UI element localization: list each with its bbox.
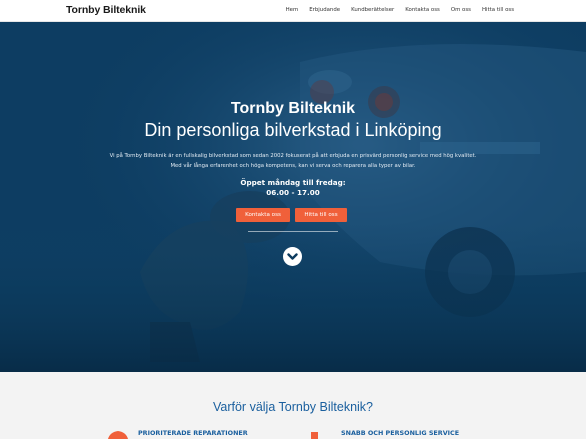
top-navbar: Tornby Bilteknik Hem Erbjudande Kundberä… [0, 0, 586, 22]
hero-title: Tornby Bilteknik [230, 100, 356, 117]
nav-link-kontakta-oss[interactable]: Kontakta oss [405, 7, 440, 13]
nav-link-hem[interactable]: Hem [286, 7, 299, 13]
opening-hours-label: Öppet måndag till fredag: [240, 178, 346, 187]
hero-section: Tornby Bilteknik Din personliga bilverks… [0, 22, 586, 372]
hero-description: Vi på Tornby Bilteknik är en fullskalig … [109, 153, 477, 169]
hero-background-image [0, 22, 586, 372]
nav-link-erbjudande[interactable]: Erbjudande [309, 7, 340, 13]
hero-subtitle: Din personliga bilverkstad i Linköping [144, 120, 442, 140]
nav-link-hitta-till-oss[interactable]: Hitta till oss [482, 7, 514, 13]
opening-hours-time: 06.00 - 17.00 [266, 188, 320, 197]
clock-icon [108, 431, 128, 439]
chevron-down-icon [287, 253, 298, 260]
feature-title-prioritized-repairs: PRIORITERADE REPARATIONER [138, 429, 248, 437]
feature-title-fast-personal-service: SNABB OCH PERSONLIG SERVICE [341, 429, 460, 437]
nav-menu: Hem Erbjudande Kundberättelser Kontakta … [275, 7, 514, 13]
why-choose-section: Varför välja Tornby Bilteknik? PRIORITER… [0, 372, 586, 439]
scroll-down-button[interactable] [283, 247, 302, 266]
brand-logo[interactable]: Tornby Bilteknik [66, 4, 146, 16]
nav-link-kundberattelser[interactable]: Kundberättelser [351, 7, 394, 13]
nav-link-om-oss[interactable]: Om oss [451, 7, 471, 13]
find-us-button[interactable]: Hitta till oss [295, 208, 347, 222]
hero-divider [248, 231, 338, 232]
why-choose-title: Varför välja Tornby Bilteknik? [212, 400, 374, 414]
contact-us-button[interactable]: Kontakta oss [236, 208, 290, 222]
wrench-icon [311, 432, 318, 439]
